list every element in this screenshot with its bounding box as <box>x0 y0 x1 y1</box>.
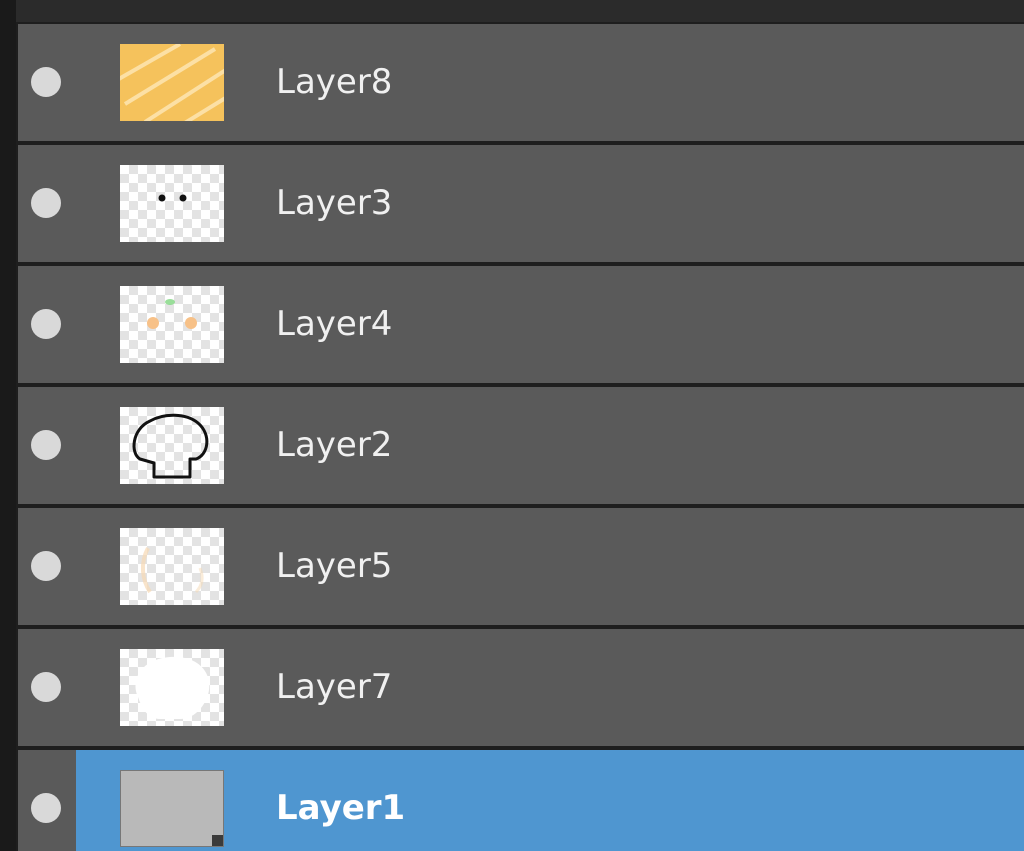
layer-thumbnail <box>120 528 224 605</box>
layer-name: Layer2 <box>276 425 393 465</box>
visibility-dot-icon[interactable] <box>31 551 61 581</box>
visibility-dot-icon[interactable] <box>31 672 61 702</box>
layer-thumbnail <box>120 649 224 726</box>
eyes-dots-icon <box>158 194 187 202</box>
layer-name: Layer7 <box>276 667 393 707</box>
layer-name: Layer8 <box>276 62 393 102</box>
layer-row-layer4[interactable]: Layer4 <box>18 266 1024 383</box>
layer-row-layer3[interactable]: Layer3 <box>18 145 1024 262</box>
layer-thumbnail <box>120 44 224 121</box>
layer-row-layer5[interactable]: Layer5 <box>18 508 1024 625</box>
thumbnail-corner-marker <box>212 835 223 846</box>
orange-stripes-icon <box>120 44 224 121</box>
layer-name: Layer1 <box>276 788 406 828</box>
layer-name: Layer4 <box>276 304 393 344</box>
layer-list: Layer8 Layer3 Layer4 Layer2 Layer5 Layer… <box>18 24 1024 851</box>
layer-thumbnail <box>120 165 224 242</box>
layer-thumbnail <box>120 770 224 847</box>
white-shape-icon <box>135 656 210 719</box>
layer-row-layer7[interactable]: Layer7 <box>18 629 1024 746</box>
panel-header-strip <box>0 0 1024 22</box>
layer-row-layer8[interactable]: Layer8 <box>18 24 1024 141</box>
visibility-dot-icon[interactable] <box>31 188 61 218</box>
visibility-dot-icon[interactable] <box>31 793 61 823</box>
layer-row-layer1[interactable]: Layer1 <box>18 750 1024 851</box>
layers-panel: Layer8 Layer3 Layer4 Layer2 Layer5 Layer… <box>0 0 1024 851</box>
faint-marks-icon <box>141 547 204 594</box>
visibility-dot-icon[interactable] <box>31 67 61 97</box>
layer-name: Layer3 <box>276 183 393 223</box>
panel-left-edge <box>0 0 16 851</box>
layer-name: Layer5 <box>276 546 393 586</box>
visibility-dot-icon[interactable] <box>31 309 61 339</box>
visibility-dot-icon[interactable] <box>31 430 61 460</box>
layer-thumbnail <box>120 286 224 363</box>
mushroom-outline-icon <box>132 413 209 479</box>
layer-thumbnail <box>120 407 224 484</box>
cheeks-icon <box>147 299 197 329</box>
layer-row-layer2[interactable]: Layer2 <box>18 387 1024 504</box>
